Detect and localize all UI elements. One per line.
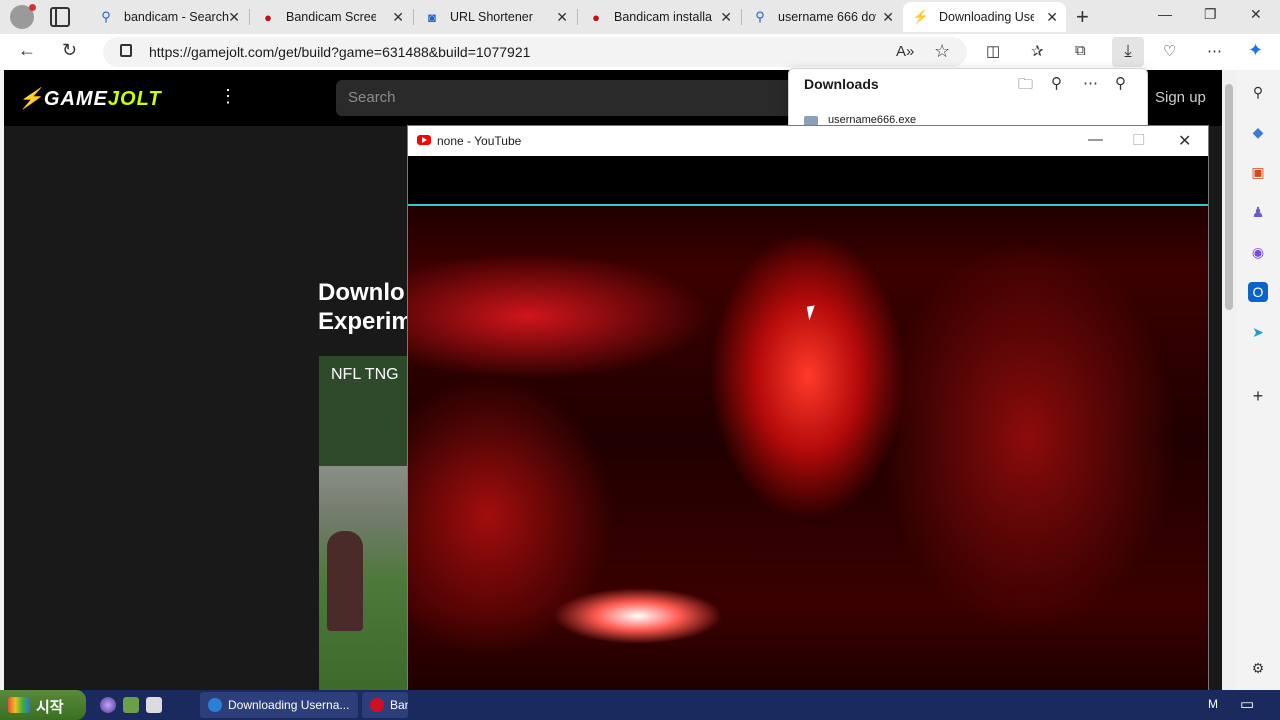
notification-icon[interactable]: ▭	[1240, 695, 1254, 713]
window-minimize-icon[interactable]: —	[1088, 131, 1103, 148]
clock-fragment[interactable]: M	[1208, 697, 1218, 711]
download-heading: Downlo Experim	[318, 278, 413, 336]
restore-icon[interactable]: ❐	[1204, 6, 1217, 23]
settings-gear-icon[interactable]: ⚙	[1248, 658, 1268, 678]
split-screen-icon[interactable]: ◫	[986, 42, 1000, 60]
browser-toolbar: ← ↻ https://gamejolt.com/get/build?game=…	[0, 34, 1280, 70]
tab-label: URL Shortener	[450, 10, 533, 24]
refresh-icon[interactable]: ↻	[62, 40, 77, 61]
browser-tab-strip: ⚲ bandicam - Search ✕ ● Bandicam Screen …	[0, 0, 1280, 34]
close-window-icon[interactable]: ✕	[1250, 6, 1262, 23]
gamejolt-search-input[interactable]: Search	[336, 80, 806, 116]
new-tab-button[interactable]: +	[1076, 4, 1089, 30]
logo-text-jolt: JOLT	[107, 88, 162, 110]
downloads-panel-title: Downloads	[804, 76, 879, 92]
tab-label: Downloading Username 666	[939, 10, 1034, 24]
tab-label: username 666 download	[778, 10, 876, 24]
send-icon[interactable]: ➤	[1248, 322, 1268, 342]
copilot-icon[interactable]: ✦	[1248, 40, 1263, 61]
tab-downloading-username-666[interactable]: ⚡ Downloading Username 666 ✕	[903, 2, 1066, 32]
downloads-button[interactable]: ⤓	[1112, 37, 1144, 67]
bandicam-icon: ●	[264, 9, 272, 25]
thumbnail-figure	[327, 531, 363, 631]
open-folder-icon[interactable]: 🗀	[1018, 74, 1033, 99]
window-maximize-icon[interactable]: ☐	[1132, 131, 1145, 149]
tab-close-icon[interactable]: ✕	[720, 9, 732, 26]
search-icon: ⚲	[101, 9, 111, 24]
video-top-frame	[408, 156, 1208, 206]
lock-icon[interactable]	[120, 44, 132, 57]
more-options-icon[interactable]: ⋯	[1207, 42, 1222, 60]
video-player[interactable]	[408, 156, 1208, 720]
quick-launch-desktop-icon[interactable]	[123, 697, 139, 713]
minimize-icon[interactable]: —	[1158, 6, 1172, 22]
tab-label: Bandicam installation	[614, 10, 712, 24]
read-aloud-icon[interactable]: A»	[896, 43, 914, 60]
collections-icon[interactable]: ⧉	[1075, 42, 1086, 59]
tab-actions-icon[interactable]	[50, 7, 70, 27]
logo-text-game: GAME	[43, 88, 108, 110]
youtube-icon	[417, 135, 431, 145]
taskbar-item-edge[interactable]: Downloading Userna...	[200, 692, 358, 718]
tab-bandicam-search[interactable]: ⚲ bandicam - Search ✕	[88, 2, 248, 32]
games-icon[interactable]: ♟	[1248, 202, 1268, 222]
tab-close-icon[interactable]: ✕	[882, 9, 894, 26]
outlook-icon[interactable]: O	[1248, 282, 1268, 302]
search-icon: ⚲	[755, 9, 765, 24]
downloads-panel: Downloads 🗀 ⚲ ⋯ ⚲ username666.exe	[788, 68, 1148, 134]
tab-close-icon[interactable]: ✕	[228, 9, 240, 26]
kebab-menu-icon[interactable]: ⋮	[219, 86, 237, 107]
signup-link[interactable]: Sign up	[1155, 89, 1206, 106]
tools-icon[interactable]: ▣	[1248, 162, 1268, 182]
bandicam-icon: ●	[592, 9, 600, 25]
browser-essentials-icon[interactable]: ♡	[1163, 42, 1176, 60]
microsoft-365-icon[interactable]: ◉	[1248, 242, 1268, 262]
shopping-tag-icon[interactable]: ◆	[1248, 122, 1268, 142]
gamejolt-icon: ⚡	[912, 9, 930, 24]
tab-bandicam-installation[interactable]: ● Bandicam installation ✕	[578, 2, 740, 32]
tab-username-666-search[interactable]: ⚲ username 666 download ✕	[742, 2, 902, 32]
tab-label: Bandicam Screen Recorder	[286, 10, 376, 24]
taskbar: 시작 Downloading Userna... Ban M ▭	[0, 690, 1280, 720]
tab-url-shortener[interactable]: ◙ URL Shortener ✕	[414, 2, 576, 32]
download-icon: ⤓	[1124, 41, 1132, 60]
back-icon[interactable]: ←	[18, 40, 36, 61]
youtube-window: none - YouTube — ☐ ✕	[408, 126, 1208, 720]
pin-icon[interactable]: ⚲	[1115, 74, 1126, 92]
favorites-icon[interactable]: ✰	[1031, 42, 1044, 60]
window-close-icon[interactable]: ✕	[1178, 131, 1191, 151]
page-scrollbar[interactable]	[1222, 70, 1236, 690]
more-downloads-options-icon[interactable]: ⋯	[1083, 74, 1098, 92]
scrollbar-thumb[interactable]	[1225, 84, 1233, 310]
tab-bandicam-screen-recorder[interactable]: ● Bandicam Screen Recorder ✕	[250, 2, 412, 32]
youtube-window-titlebar[interactable]: none - YouTube — ☐ ✕	[408, 126, 1208, 156]
tab-close-icon[interactable]: ✕	[556, 9, 568, 26]
gamejolt-logo[interactable]: ⚡GAMEJOLT	[18, 86, 162, 111]
search-downloads-icon[interactable]: ⚲	[1051, 74, 1062, 92]
youtube-window-title: none - YouTube	[437, 134, 522, 148]
address-bar[interactable]: https://gamejolt.com/get/build?game=6314…	[103, 37, 967, 67]
add-sidebar-app-icon[interactable]: +	[1248, 386, 1268, 406]
download-heading-line2: Experim	[318, 308, 413, 335]
mouse-cursor-icon	[806, 305, 818, 321]
quick-launch-orb-icon[interactable]	[100, 697, 116, 713]
tab-label: bandicam - Search	[124, 10, 229, 24]
quick-launch-window-icon[interactable]	[146, 697, 162, 713]
download-heading-line1: Downlo	[318, 279, 405, 306]
start-button[interactable]: 시작	[0, 690, 86, 720]
profile-avatar-icon[interactable]	[10, 4, 36, 29]
edge-sidebar: ⚲ ◆ ▣ ♟ ◉ O ➤ + ⚙	[1236, 70, 1280, 690]
game-card-title: NFL TNG	[331, 366, 399, 383]
download-file-name[interactable]: username666.exe	[828, 114, 916, 126]
favorite-star-icon[interactable]: ☆	[934, 41, 950, 62]
search-icon[interactable]: ⚲	[1248, 82, 1268, 102]
tab-close-icon[interactable]: ✕	[1046, 9, 1058, 26]
tab-close-icon[interactable]: ✕	[392, 9, 404, 26]
url-shortener-icon: ◙	[428, 9, 436, 25]
logo-bolt-icon: ⚡	[18, 88, 44, 110]
taskbar-item-bandicam[interactable]: Ban	[362, 692, 408, 718]
address-url[interactable]: https://gamejolt.com/get/build?game=6314…	[149, 44, 530, 60]
